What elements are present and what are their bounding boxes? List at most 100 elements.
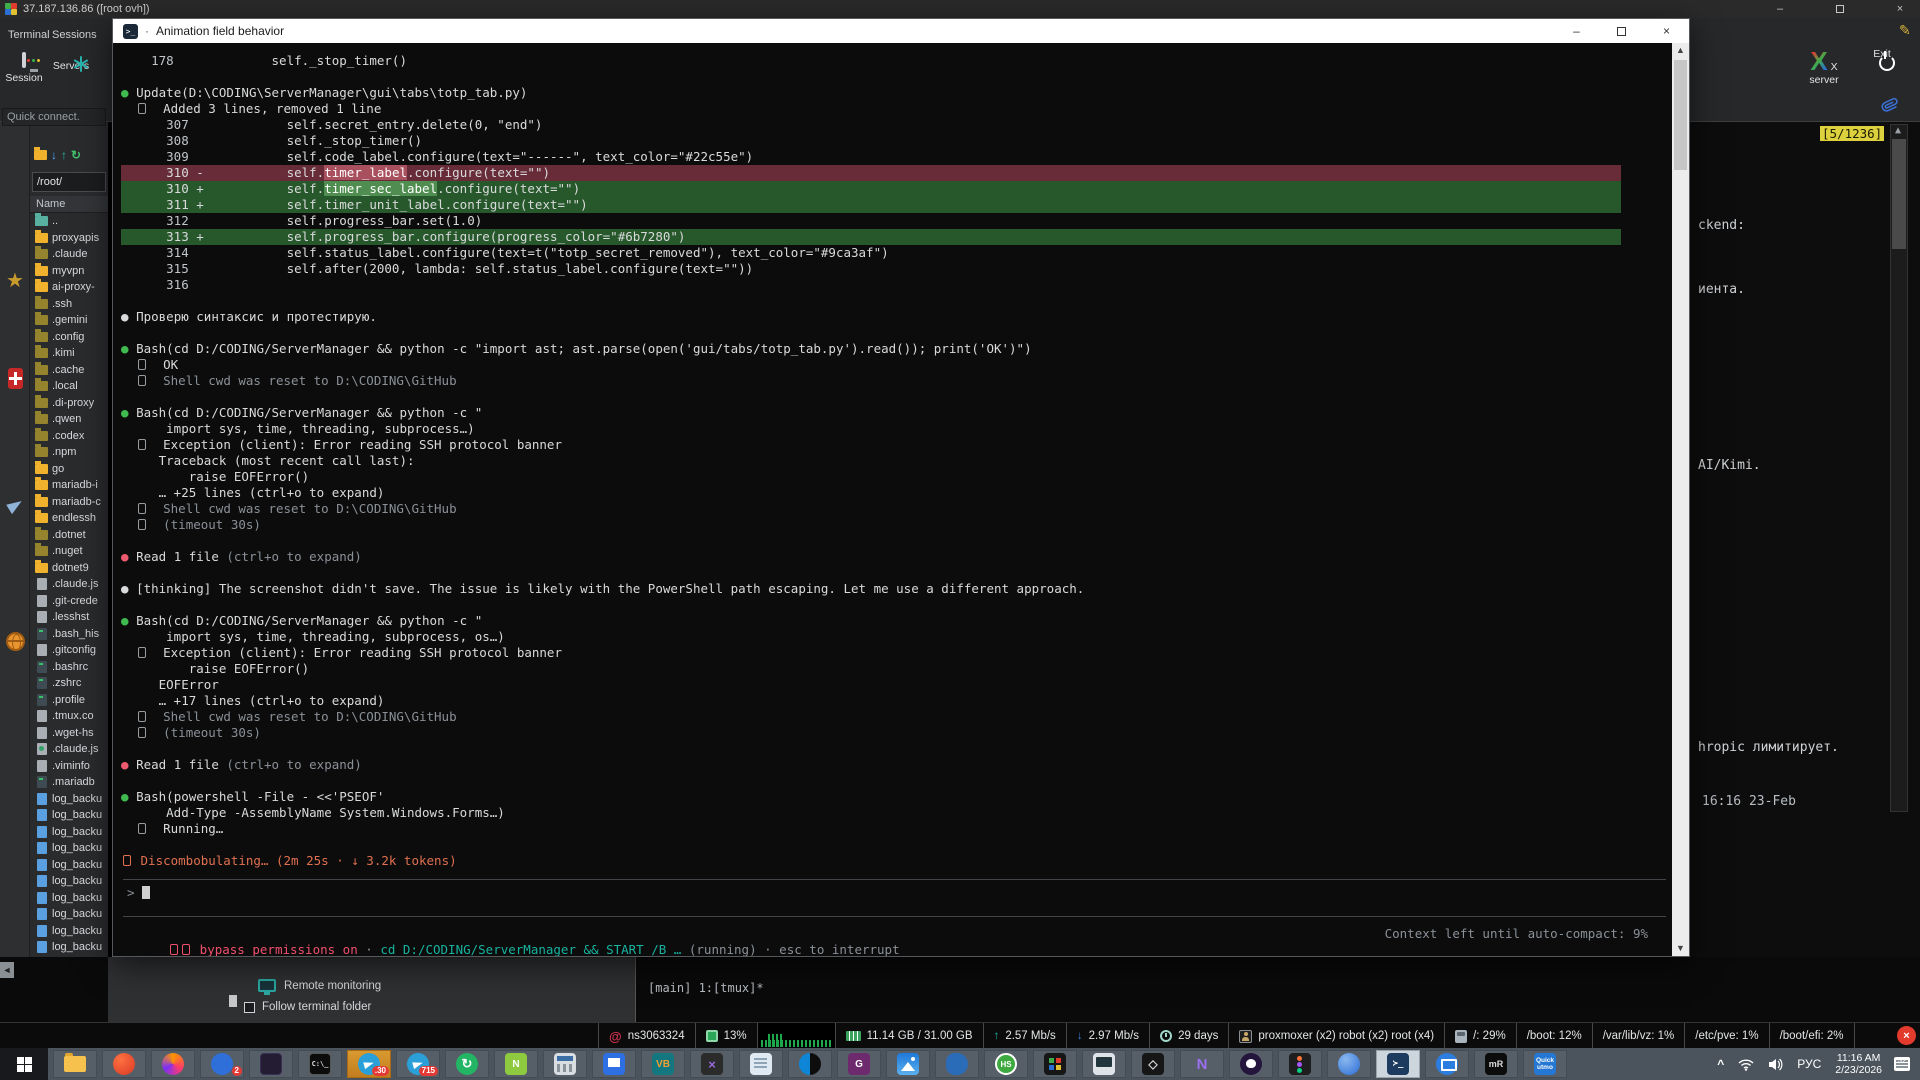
- taskbar-app-calculator[interactable]: [543, 1050, 587, 1078]
- file-row[interactable]: myvpn: [30, 263, 108, 280]
- taskbar-app-heidisql[interactable]: HS: [984, 1050, 1028, 1078]
- prompt-input-box[interactable]: >: [123, 879, 1666, 917]
- file-row[interactable]: log_backu: [30, 890, 108, 907]
- taskbar-app-telegram-1[interactable]: .30: [347, 1050, 391, 1078]
- taskbar-app-neovim[interactable]: N: [1180, 1050, 1224, 1078]
- file-row[interactable]: .config: [30, 329, 108, 346]
- file-row[interactable]: .claude.js: [30, 741, 108, 758]
- servers-button[interactable]: Servers: [48, 54, 94, 72]
- upload-icon[interactable]: ↑: [61, 149, 67, 161]
- file-row[interactable]: .claude.js: [30, 576, 108, 593]
- claude-titlebar[interactable]: >_ · Animation field behavior – ×: [113, 19, 1689, 43]
- taskbar-app-mobaxterm[interactable]: [1033, 1050, 1077, 1078]
- file-row[interactable]: log_backu: [30, 923, 108, 940]
- tray-clock[interactable]: 11:16 AM 2/23/2026: [1835, 1052, 1882, 1076]
- taskbar-app-proxy-tool[interactable]: [249, 1050, 293, 1078]
- file-row[interactable]: .dotnet: [30, 527, 108, 544]
- session-button[interactable]: Session: [1, 54, 47, 84]
- file-row[interactable]: .wget-hs: [30, 725, 108, 742]
- file-row[interactable]: log_backu: [30, 840, 108, 857]
- taskbar-app-system-monitor[interactable]: [1082, 1050, 1126, 1078]
- start-button[interactable]: [0, 1048, 48, 1080]
- file-row[interactable]: .gemini: [30, 312, 108, 329]
- file-row[interactable]: .git-crede: [30, 593, 108, 610]
- checkbox-icon[interactable]: [244, 1002, 255, 1013]
- claude-minimize-button[interactable]: –: [1554, 19, 1599, 43]
- file-row[interactable]: .claude: [30, 246, 108, 263]
- file-row[interactable]: .qwen: [30, 411, 108, 428]
- file-row[interactable]: .cache: [30, 362, 108, 379]
- taskbar-app-powershell[interactable]: ≻_: [1376, 1050, 1420, 1078]
- file-row[interactable]: log_backu: [30, 857, 108, 874]
- screen-close-button[interactable]: ×: [1880, 0, 1920, 18]
- file-row[interactable]: .npm: [30, 444, 108, 461]
- file-row[interactable]: .gitconfig: [30, 642, 108, 659]
- taskbar-app-thunderbird[interactable]: 2: [200, 1050, 244, 1078]
- globe-icon[interactable]: [0, 632, 30, 651]
- file-row[interactable]: log_backu: [30, 906, 108, 923]
- taskbar-app-cube-app[interactable]: ◇: [1131, 1050, 1175, 1078]
- taskbar-app-figma[interactable]: [1278, 1050, 1322, 1078]
- taskbar-app-remote-monitor[interactable]: [1425, 1050, 1469, 1078]
- taskbar-app-sharp-keys[interactable]: ×: [690, 1050, 734, 1078]
- taskbar-app-sync-tool[interactable]: ↻: [445, 1050, 489, 1078]
- path-input[interactable]: /root/: [32, 172, 106, 192]
- taskbar-app-mariadb[interactable]: [935, 1050, 979, 1078]
- file-row[interactable]: .nuget: [30, 543, 108, 560]
- file-row[interactable]: .zshrc: [30, 675, 108, 692]
- paper-plane-icon[interactable]: [0, 500, 30, 511]
- background-scrollbar[interactable]: ▲: [1890, 124, 1908, 812]
- file-row[interactable]: mariadb-c: [30, 494, 108, 511]
- file-row[interactable]: log_backu: [30, 807, 108, 824]
- paperclip-icon[interactable]: [1880, 94, 1902, 116]
- status-close-button[interactable]: ×: [1897, 1026, 1916, 1045]
- file-row[interactable]: log_backu: [30, 791, 108, 808]
- hscroll-left-button[interactable]: ◄: [0, 962, 14, 978]
- keyboard-language[interactable]: РУС: [1797, 1057, 1821, 1071]
- taskbar-app-notepad-plus-plus[interactable]: N: [494, 1050, 538, 1078]
- file-row[interactable]: .viminfo: [30, 758, 108, 775]
- file-row[interactable]: .tmux.co: [30, 708, 108, 725]
- favorites-star-icon[interactable]: ★: [0, 268, 30, 293]
- notification-center-icon[interactable]: 32: [1894, 1057, 1910, 1071]
- file-row[interactable]: log_backu: [30, 873, 108, 890]
- tray-chevron[interactable]: ^: [1717, 1057, 1724, 1071]
- remote-monitoring-button[interactable]: Remote monitoring: [258, 979, 381, 992]
- file-row[interactable]: .profile: [30, 692, 108, 709]
- taskbar-app-image-viewer[interactable]: [592, 1050, 636, 1078]
- taskbar-app-photos[interactable]: [886, 1050, 930, 1078]
- menu-terminal[interactable]: Terminal: [8, 29, 50, 41]
- claude-maximize-button[interactable]: [1599, 19, 1644, 43]
- name-column-header[interactable]: Name: [30, 196, 108, 213]
- taskbar-app-telegram-2[interactable]: 715: [396, 1050, 440, 1078]
- wifi-icon[interactable]: [1738, 1058, 1754, 1071]
- file-row[interactable]: go: [30, 461, 108, 478]
- parent-folder-icon[interactable]: [34, 150, 47, 160]
- file-row[interactable]: .bash_his: [30, 626, 108, 643]
- tools-knife-icon[interactable]: [0, 368, 30, 389]
- scrollbar-thumb[interactable]: [1674, 60, 1687, 170]
- file-row[interactable]: ai-proxy-: [30, 279, 108, 296]
- speaker-icon[interactable]: [1768, 1058, 1783, 1071]
- file-row[interactable]: .codex: [30, 428, 108, 445]
- scroll-down-icon[interactable]: ▼: [1672, 941, 1689, 956]
- taskbar-app-cmd-terminal[interactable]: C:\_: [298, 1050, 342, 1078]
- follow-terminal-folder-checkbox[interactable]: Follow terminal folder: [244, 1001, 371, 1013]
- taskbar-app-mremoteng[interactable]: mR: [1474, 1050, 1518, 1078]
- file-row[interactable]: log_backu: [30, 939, 108, 956]
- taskbar-app-blue-sphere-app[interactable]: [1327, 1050, 1371, 1078]
- file-row[interactable]: .local: [30, 378, 108, 395]
- file-row[interactable]: .ssh: [30, 296, 108, 313]
- file-row[interactable]: .bashrc: [30, 659, 108, 676]
- edit-pencil-icon[interactable]: ✎: [1899, 22, 1911, 39]
- file-row[interactable]: mariadb-i: [30, 477, 108, 494]
- screen-minimize-button[interactable]: –: [1760, 0, 1800, 18]
- file-row[interactable]: .lesshst: [30, 609, 108, 626]
- claude-close-button[interactable]: ×: [1644, 19, 1689, 43]
- taskbar-app-github-desktop[interactable]: [1229, 1050, 1273, 1078]
- taskbar-app-vb-tool[interactable]: VB: [641, 1050, 685, 1078]
- file-row[interactable]: dotnet9: [30, 560, 108, 577]
- taskbar-app-g-app[interactable]: G: [837, 1050, 881, 1078]
- taskbar-app-firefox[interactable]: [151, 1050, 195, 1078]
- x-server-button[interactable]: X X server: [1796, 48, 1852, 86]
